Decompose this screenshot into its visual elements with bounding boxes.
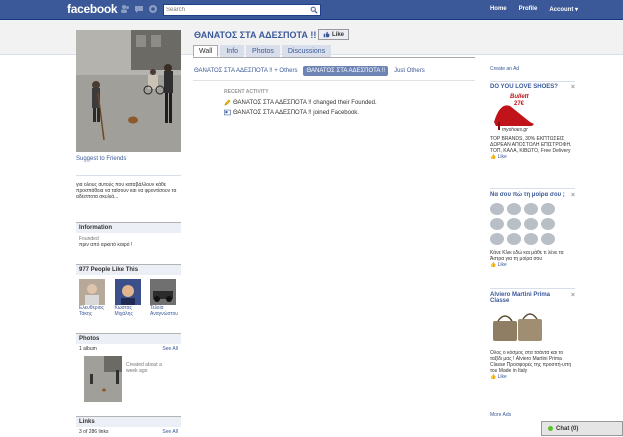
close-icon[interactable]: × — [571, 192, 575, 199]
like-button[interactable]: Like — [318, 29, 349, 40]
page-title: ΘΑΝΑΤΟΣ ΣΤΑ ΑΔΕΣΠΟΤΑ !! — [194, 30, 317, 40]
links-see-all-link[interactable]: See All — [162, 429, 178, 435]
close-icon[interactable]: × — [571, 292, 575, 299]
profile-picture[interactable] — [76, 30, 181, 152]
notifications-icon[interactable] — [148, 4, 158, 14]
zodiac-grid[interactable] — [490, 203, 575, 245]
ad-text: TOP BRANDS, 30% ΕΚΠΤΩΣΕΙΣ ΔΩΡΕΑΝ ΑΠΟΣΤΟΛ… — [490, 136, 572, 154]
filter-page-and-others[interactable]: ΘΑΝΑΤΟΣ ΣΤΑ ΑΔΕΣΠΟΤΑ !! + Others — [194, 68, 297, 74]
more-ads-link[interactable]: More Ads — [490, 412, 575, 418]
like-label: Like — [331, 31, 344, 38]
search-box[interactable] — [163, 4, 321, 16]
ad-image[interactable] — [490, 307, 545, 347]
ad-brand: Bullett — [510, 94, 529, 100]
ad-site: myshoes.gr — [502, 127, 528, 133]
filter-just-others[interactable]: Just Others — [394, 68, 425, 74]
ad-like-link[interactable]: 👍 Like — [490, 154, 575, 160]
search-input[interactable] — [164, 5, 309, 15]
ad-text: Ολος ο κόσμος στα τσάντα και το ταξίδι μ… — [490, 350, 572, 374]
fan-name[interactable]: Τελεία Αναγνώστου — [150, 305, 178, 317]
album-count: 1 album — [79, 346, 97, 352]
fan-card[interactable]: Ελευθέριος Τάκης — [79, 279, 107, 317]
ad-title[interactable]: Να σου πώ τη μοίρα σου ; — [490, 192, 575, 198]
messages-icon[interactable] — [134, 4, 144, 14]
nav-home[interactable]: Home — [490, 6, 507, 13]
tab-photos[interactable]: Photos — [246, 45, 280, 57]
fan-name[interactable]: Κώστας Μιχάλης — [115, 305, 143, 317]
photos-see-all-link[interactable]: See All — [162, 346, 178, 352]
nav-profile[interactable]: Profile — [519, 6, 538, 13]
avatar[interactable] — [79, 279, 105, 305]
about-text: για ολους αυτούς που καταβάλλουν κάθε πρ… — [76, 182, 177, 200]
ad-image[interactable]: Bullett 27€ myshoes.gr — [490, 92, 540, 134]
ad-fortune[interactable]: Να σου πώ τη μοίρα σου ; × Κάνε Κλικ εδώ… — [490, 188, 575, 268]
album-caption: Created about a week ago — [126, 362, 162, 374]
suggest-to-friends-link[interactable]: Suggest to Friends — [76, 156, 181, 162]
ad-price: 27€ — [514, 101, 525, 107]
activity-text: ΘΑΝΑΤΟΣ ΣΤΑ ΑΔΕΣΠΟΤΑ !! joined Facebook. — [233, 109, 359, 116]
ad-text: Κάνε Κλικ εδώ και μάθε τι λένε τα Άστρα … — [490, 250, 564, 262]
create-ad-link[interactable]: Create an Ad — [490, 66, 575, 72]
links-header: Links — [76, 416, 181, 427]
recent-activity-header: RECENT ACTIVITY — [224, 89, 269, 95]
founded-value: πριν από αρκετό καιρό ! — [79, 242, 133, 248]
ad-title[interactable]: DO YOU LOVE SHOES? — [490, 84, 575, 90]
join-icon — [224, 109, 231, 116]
close-icon[interactable]: × — [571, 84, 575, 91]
activity-text: ΘΑΝΑΤΟΣ ΣΤΑ ΑΔΕΣΠΟΤΑ !! changed their Fo… — [233, 99, 377, 106]
search-icon[interactable] — [310, 6, 318, 14]
fan-name[interactable]: Ελευθέριος Τάκης — [79, 305, 107, 317]
avatar[interactable] — [150, 279, 176, 305]
ad-like-link[interactable]: 👍 Like — [490, 374, 575, 380]
online-status-icon — [548, 426, 553, 431]
friend-requests-icon[interactable] — [120, 4, 130, 14]
thumbs-up-icon — [323, 31, 330, 38]
tab-discussions[interactable]: Discussions — [281, 45, 332, 57]
fan-card[interactable]: Τελεία Αναγνώστου — [150, 279, 178, 317]
pencil-icon — [224, 99, 231, 106]
people-like-header: 977 People Like This — [76, 264, 181, 275]
top-bar: facebook Home Profile Account ▾ — [0, 0, 623, 20]
ad-alviero-martini[interactable]: Alviero Martini Prima Classe × Ολος ο κό… — [490, 288, 575, 380]
ad-like-link[interactable]: 👍 Like — [490, 262, 575, 268]
ad-title[interactable]: Alviero Martini Prima Classe — [490, 292, 560, 304]
links-count: 3 of 286 links — [79, 429, 109, 435]
tabs-divider — [193, 57, 475, 58]
tab-wall[interactable]: Wall — [193, 45, 219, 57]
chat-label[interactable]: Chat (0) — [556, 426, 578, 432]
album-thumbnail[interactable] — [84, 356, 122, 402]
fan-card[interactable]: Κώστας Μιχάλης — [114, 279, 143, 317]
tab-info[interactable]: Info — [220, 45, 245, 57]
chat-bar[interactable]: Chat (0) — [541, 421, 623, 436]
activity-item: ΘΑΝΑΤΟΣ ΣΤΑ ΑΔΕΣΠΟΤΑ !! joined Facebook. — [224, 109, 359, 116]
feed-divider — [193, 80, 475, 81]
nav-account[interactable]: Account ▾ — [549, 6, 578, 13]
avatar[interactable] — [114, 279, 141, 305]
facebook-logo[interactable]: facebook — [67, 2, 118, 16]
activity-item: ΘΑΝΑΤΟΣ ΣΤΑ ΑΔΕΣΠΟΤΑ !! changed their Fo… — [224, 99, 377, 106]
photos-header: Photos — [76, 333, 181, 344]
filter-page-only[interactable]: ΘΑΝΑΤΟΣ ΣΤΑ ΑΔΕΣΠΟΤΑ !! — [303, 66, 389, 76]
ad-shoes[interactable]: DO YOU LOVE SHOES? × Bullett 27€ myshoes… — [490, 81, 575, 160]
information-header: Information — [76, 222, 181, 233]
